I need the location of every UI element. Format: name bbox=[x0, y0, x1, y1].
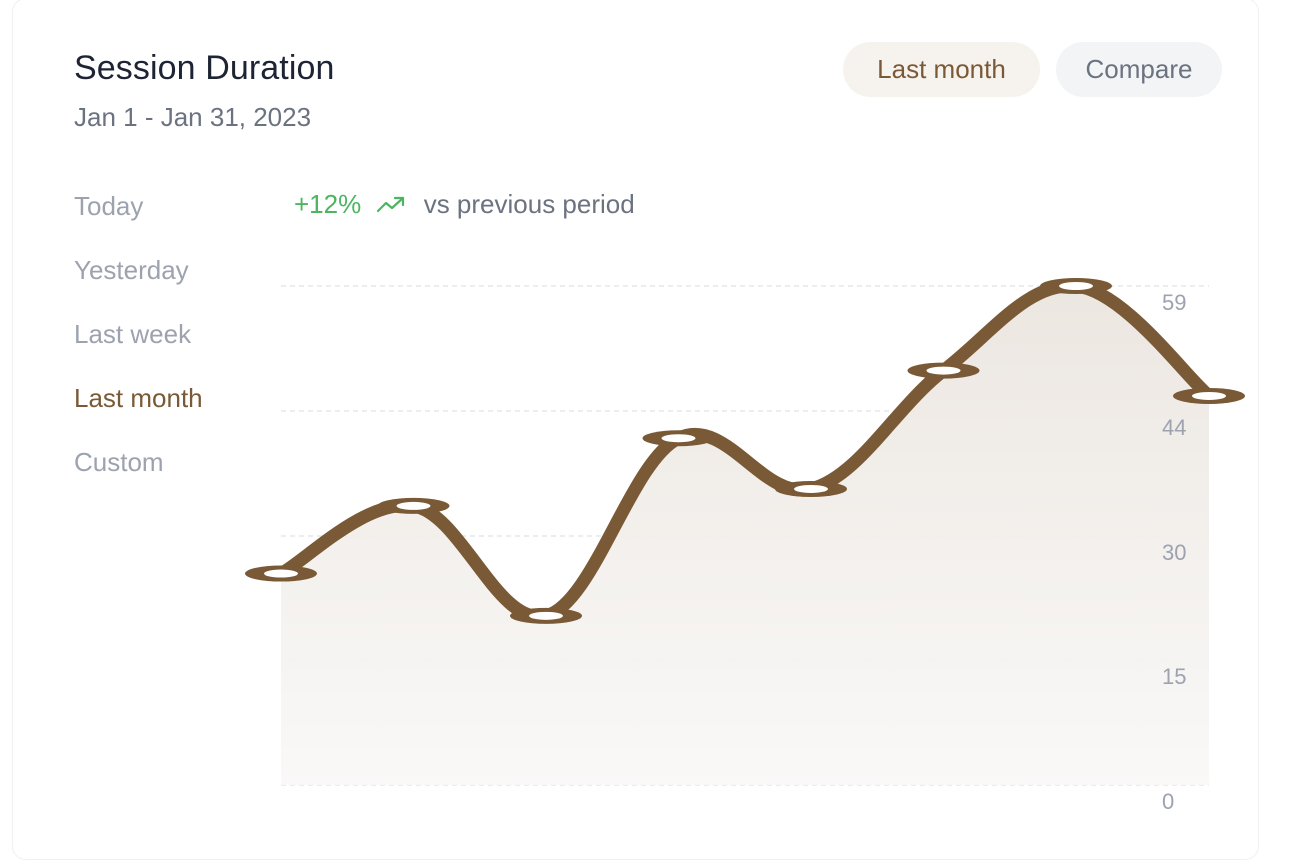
data-point-center bbox=[794, 484, 828, 493]
data-point-center bbox=[661, 434, 696, 443]
data-point-center bbox=[926, 366, 961, 375]
y-tick-label: 30 bbox=[1162, 540, 1186, 565]
y-tick-label: 0 bbox=[1162, 789, 1174, 814]
session-duration-chart: 0 15 30 44 59 bbox=[245, 278, 1245, 814]
data-point-center bbox=[1059, 282, 1093, 290]
y-tick-label: 44 bbox=[1162, 415, 1186, 440]
y-tick-label: 59 bbox=[1162, 290, 1186, 315]
series-area bbox=[281, 285, 1209, 785]
data-point-center bbox=[396, 501, 431, 510]
data-point-center bbox=[1192, 391, 1226, 400]
data-point-center bbox=[264, 569, 298, 578]
data-point-center bbox=[529, 611, 563, 620]
y-tick-label: 15 bbox=[1162, 664, 1186, 689]
